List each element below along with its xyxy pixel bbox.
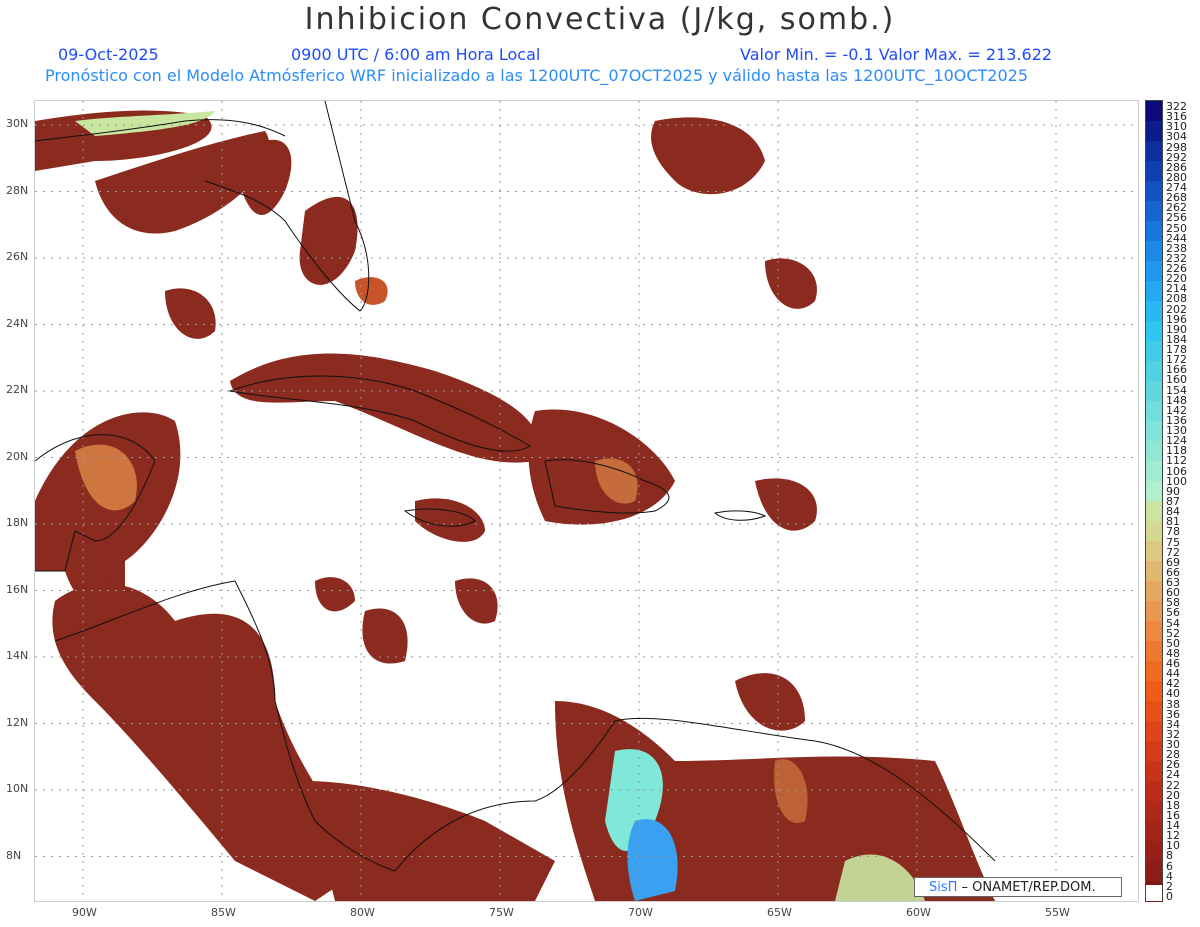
cin-shaded-area [651, 117, 765, 195]
colorbar-segment [1146, 581, 1162, 602]
cin-shaded-area [455, 578, 498, 624]
lat-label: 20N [6, 449, 29, 463]
cin-shaded-area [315, 577, 355, 612]
colorbar-segment [1146, 301, 1162, 322]
lon-label: 85W [211, 906, 236, 919]
forecast-time: 0900 UTC / 6:00 am Hora Local [291, 45, 541, 64]
colorbar-segment [1146, 221, 1162, 242]
lat-label: 10N [6, 782, 29, 795]
sispi-logo: SisΠ [929, 880, 958, 895]
colorbar-segment [1146, 721, 1162, 742]
colorbar-segment [1146, 161, 1162, 182]
colorbar-segment [1146, 181, 1162, 202]
map-canvas [35, 101, 1138, 901]
lat-label: 30N [6, 117, 29, 130]
colorbar [1145, 100, 1163, 902]
cin-shaded-area [735, 673, 805, 731]
cin-shaded-area [35, 412, 181, 610]
lat-label: 22N [6, 383, 29, 396]
colorbar-segment [1146, 441, 1162, 462]
colorbar-segment [1146, 401, 1162, 422]
lon-label: 80W [350, 906, 375, 919]
colorbar-segment [1146, 661, 1162, 682]
colorbar-segment [1146, 621, 1162, 642]
colorbar-segment [1146, 561, 1162, 582]
cin-shaded-area [362, 608, 408, 664]
colorbar-segment [1146, 101, 1162, 122]
credit-text: – ONAMET/REP.DOM. [957, 880, 1096, 895]
lat-label: 8N [6, 848, 22, 862]
colorbar-segment [1146, 885, 1162, 901]
colorbar-segment [1146, 281, 1162, 302]
colorbar-segment [1146, 381, 1162, 402]
credit-box: SisΠ – ONAMET/REP.DOM. [914, 877, 1122, 897]
colorbar-segment [1146, 601, 1162, 622]
colorbar-segment [1146, 801, 1162, 822]
colorbar-segment [1146, 421, 1162, 442]
colorbar-segment [1146, 781, 1162, 802]
chart-title: Inhibicion Convectiva (J/kg, somb.) [304, 2, 896, 37]
colorbar-segment [1146, 541, 1162, 562]
cin-shaded-area [755, 478, 817, 531]
colorbar-segment [1146, 521, 1162, 542]
colorbar-segment [1146, 121, 1162, 142]
lon-label: 90W [72, 906, 97, 919]
lat-label: 26N [6, 250, 29, 263]
lat-label: 14N [6, 649, 29, 662]
colorbar-segment [1146, 361, 1162, 382]
lon-label: 55W [1045, 906, 1070, 919]
forecast-date: 09-Oct-2025 [58, 45, 159, 64]
colorbar-segment [1146, 461, 1162, 482]
lon-label: 60W [906, 906, 931, 919]
lat-label: 18N [6, 516, 29, 529]
colorbar-label: 0 [1166, 890, 1173, 903]
lon-label: 70W [628, 906, 653, 919]
colorbar-segment [1146, 821, 1162, 842]
cin-shaded-area [165, 288, 216, 339]
colorbar-segment [1146, 761, 1162, 782]
colorbar-segment [1146, 681, 1162, 702]
lat-label: 24N [6, 316, 29, 330]
model-subtitle: Pronóstico con el Modelo Atmósferico WRF… [45, 66, 1029, 85]
cin-shaded-area [305, 781, 555, 901]
colorbar-segment [1146, 321, 1162, 342]
colorbar-segment [1146, 861, 1162, 882]
lat-label: 16N [6, 582, 29, 596]
colorbar-segment [1146, 841, 1162, 862]
lon-label: 75W [489, 906, 514, 919]
colorbar-segment [1146, 261, 1162, 282]
lon-label: 65W [767, 906, 792, 919]
cin-shaded-area [355, 277, 388, 305]
colorbar-segment [1146, 141, 1162, 162]
cin-map [34, 100, 1139, 902]
colorbar-segment [1146, 501, 1162, 522]
cin-shaded-area [299, 196, 358, 285]
cin-shaded-area [230, 353, 539, 463]
cin-field [35, 110, 995, 901]
cin-shaded-area [765, 258, 817, 309]
colorbar-segment [1146, 201, 1162, 222]
lat-label: 28N [6, 183, 29, 197]
colorbar-segment [1146, 341, 1162, 362]
colorbar-segment [1146, 641, 1162, 662]
colorbar-segment [1146, 241, 1162, 262]
puerto-rico-coast [713, 510, 767, 521]
lat-label: 12N [6, 715, 29, 729]
colorbar-segment [1146, 741, 1162, 762]
colorbar-segment [1146, 701, 1162, 722]
value-min-max: Valor Min. = -0.1 Valor Max. = 213.622 [740, 45, 1053, 64]
colorbar-segment [1146, 481, 1162, 502]
